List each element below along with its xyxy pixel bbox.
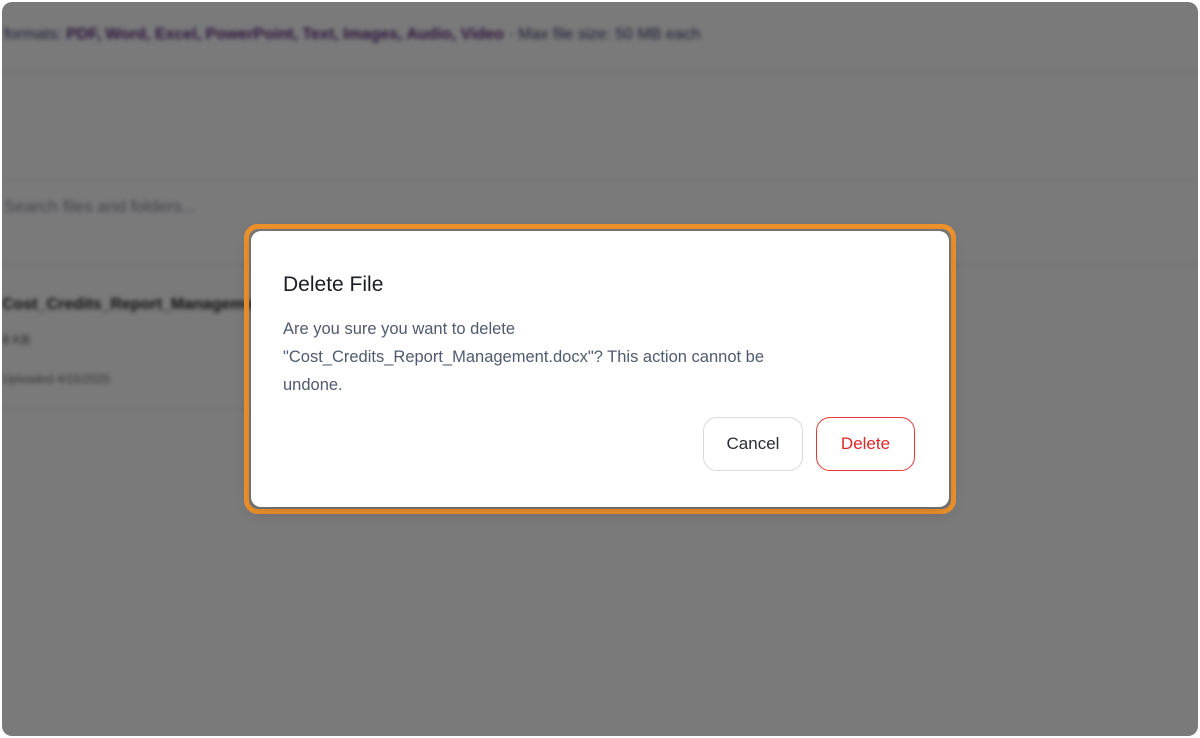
dialog-message: Are you sure you want to delete "Cost_Cr… [283,315,883,399]
dialog-title: Delete File [283,273,384,296]
delete-button[interactable]: Delete [816,417,915,471]
cancel-button[interactable]: Cancel [703,417,803,471]
delete-file-dialog: Delete File Are you sure you want to del… [251,231,949,507]
dialog-message-line: undone. [283,376,343,394]
dialog-message-line: "Cost_Credits_Report_Management.docx"? T… [283,348,765,366]
dialog-message-line: Are you sure you want to delete [283,320,516,338]
